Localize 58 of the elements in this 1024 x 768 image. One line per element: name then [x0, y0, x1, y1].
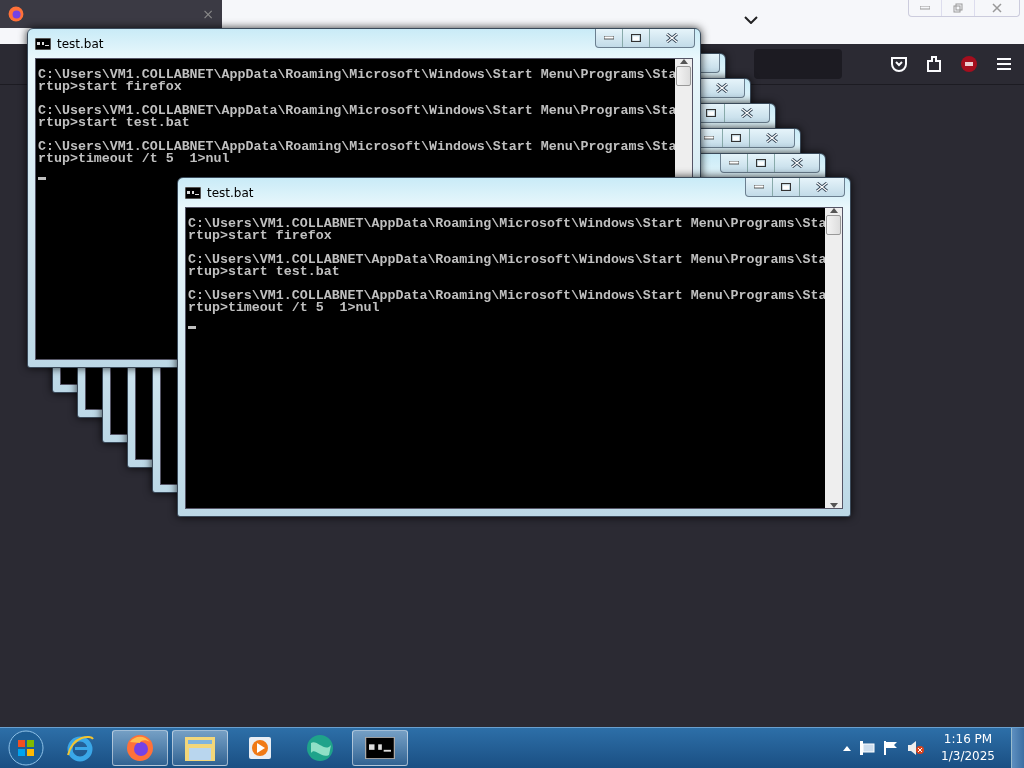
windows-orb-icon — [8, 730, 44, 766]
folder-icon — [184, 734, 216, 762]
text-cursor — [38, 177, 46, 180]
clock-date: 1/3/2025 — [941, 748, 995, 765]
minimize-icon — [604, 36, 614, 40]
minimize-icon — [729, 161, 739, 165]
console-icon — [185, 186, 201, 199]
close-icon — [741, 108, 753, 118]
console-line: rtup>timeout /t 5 1>nul — [188, 302, 380, 314]
close-icon — [791, 158, 803, 168]
pocket-icon[interactable] — [890, 56, 908, 72]
taskbar-button[interactable] — [352, 730, 408, 766]
window-title: test.bat — [57, 36, 104, 51]
network-icon[interactable] — [859, 741, 876, 755]
close-icon — [666, 33, 678, 43]
close-icon — [992, 3, 1002, 13]
console-line: rtup>start test.bat — [38, 117, 190, 129]
console-icon — [35, 37, 51, 50]
clock-time: 1:16 PM — [943, 731, 993, 748]
tab-close[interactable]: × — [202, 6, 214, 22]
firefox-icon — [126, 734, 154, 762]
maximize-icon — [781, 183, 791, 191]
flag-icon[interactable] — [883, 741, 900, 755]
minimize-icon — [920, 6, 930, 10]
puzzle-icon[interactable] — [926, 55, 942, 73]
scrollbar-thumb[interactable] — [676, 66, 691, 86]
text-cursor — [188, 326, 196, 329]
scroll-up-icon — [679, 59, 688, 64]
scrollbar-thumb[interactable] — [826, 215, 841, 235]
restore-icon — [953, 3, 963, 13]
close-icon — [766, 133, 778, 143]
console-line: rtup>start firefox — [38, 81, 182, 93]
close-icon — [816, 182, 828, 192]
firefox-icon — [8, 6, 24, 22]
globe-icon — [305, 733, 335, 763]
console-line: rtup>timeout /t 5 1>nul — [38, 153, 230, 165]
maximize-icon — [706, 109, 716, 117]
window-title: test.bat — [207, 185, 254, 200]
console-line: rtup>start test.bat — [188, 266, 340, 278]
minimize-icon — [754, 185, 764, 189]
scroll-up-icon — [829, 208, 838, 213]
menu-icon[interactable] — [996, 57, 1012, 71]
console-line: rtup>start firefox — [188, 230, 332, 242]
console-icon — [365, 737, 395, 759]
chevron-down-icon[interactable] — [744, 16, 758, 24]
maximize-icon — [631, 34, 641, 42]
muted-speaker-icon[interactable] — [907, 740, 926, 756]
clock[interactable]: 1:16 PM 1/3/2025 — [941, 731, 995, 765]
maximize-icon — [731, 134, 741, 142]
show-desktop-button[interactable] — [1011, 728, 1024, 768]
maximize-icon — [756, 159, 766, 167]
browser-e-icon — [65, 733, 95, 763]
play-icon — [247, 735, 273, 761]
browser-tab[interactable]: × — [0, 0, 222, 28]
scroll-down-icon — [829, 503, 838, 508]
minimize-icon — [704, 136, 714, 140]
caret-up-icon[interactable] — [843, 745, 852, 751]
close-icon — [716, 83, 728, 93]
